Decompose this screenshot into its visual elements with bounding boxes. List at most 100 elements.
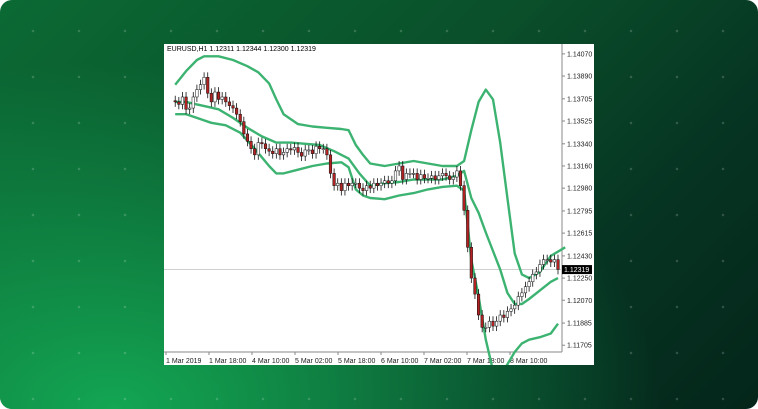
candle-body — [491, 320, 495, 327]
candle-body — [458, 170, 463, 186]
candle-body — [451, 176, 455, 180]
candle-body — [480, 314, 484, 328]
y-tick-label: 1.13340 — [567, 141, 592, 148]
candle-body — [393, 170, 398, 182]
x-tick-label: 5 Mar 18:00 — [338, 358, 375, 365]
candle-body — [328, 154, 333, 174]
candle-body — [513, 304, 517, 310]
candle-body — [336, 182, 340, 186]
candle-body — [206, 77, 210, 94]
candle-body — [516, 296, 520, 306]
y-tick-label: 1.12250 — [567, 276, 592, 283]
chart-canvas[interactable]: 1.14070 1.13890 1.13705 1.13525 1.13340 1.131… — [164, 44, 594, 365]
candle-body — [278, 148, 282, 156]
candle-body — [426, 178, 430, 180]
candle-body — [542, 259, 546, 265]
candle-body — [263, 143, 268, 149]
upper-band-line — [174, 55, 566, 280]
candle-body — [365, 185, 369, 191]
candle-body — [375, 182, 379, 186]
candle-body — [245, 133, 249, 142]
candle-body — [191, 96, 195, 109]
candle-body — [484, 327, 488, 329]
candle-body — [437, 175, 441, 180]
candle-body — [412, 173, 416, 175]
candle-body — [325, 148, 329, 156]
candle-body — [235, 107, 239, 115]
candle-body — [523, 286, 528, 294]
candle-body — [343, 182, 347, 191]
candle-body — [549, 259, 553, 263]
candle-body — [300, 152, 304, 157]
page-background: EURUSD,H1 1.12311 1.12344 1.12300 1.1231… — [0, 0, 758, 409]
candle-body — [354, 182, 358, 185]
candle-body — [285, 148, 289, 153]
candle-body — [292, 147, 296, 151]
x-tick-label: 5 Mar 02:00 — [295, 358, 332, 365]
candle-body — [509, 308, 513, 312]
y-tick-label: 1.14070 — [567, 51, 592, 58]
x-tick-label: 7 Mar 18:00 — [467, 358, 504, 365]
y-tick-label: 1.13525 — [567, 119, 592, 126]
candle-body — [350, 182, 354, 186]
candle-body — [282, 152, 286, 156]
candle-body — [303, 149, 307, 157]
candle-body — [466, 210, 470, 248]
x-tick-label: 1 Mar 18:00 — [209, 358, 246, 365]
x-tick-label: 4 Mar 10:00 — [252, 358, 289, 365]
candle-body — [220, 96, 224, 100]
candle-body — [448, 175, 452, 180]
candle-body — [314, 146, 318, 154]
x-tick-label: 8 Mar 10:00 — [510, 358, 547, 365]
candle-body — [477, 293, 481, 316]
candle-body — [238, 113, 242, 122]
y-tick-label: 1.12615 — [567, 231, 592, 238]
candle-body — [531, 274, 535, 283]
y-tick-label: 1.12980 — [567, 186, 592, 193]
candle-body — [177, 101, 181, 105]
candle-body — [379, 182, 383, 186]
x-tick-label: 6 Mar 10:00 — [381, 358, 418, 365]
candle-body — [520, 292, 524, 297]
candle-body — [274, 148, 278, 154]
candle-body — [397, 165, 401, 172]
candle-body — [289, 148, 293, 151]
candle-body — [386, 180, 390, 184]
candle-body — [195, 89, 199, 98]
candle-body — [249, 141, 253, 149]
candle-body — [347, 182, 351, 186]
candle-body — [198, 84, 203, 90]
candle-body — [422, 174, 426, 179]
candle-body — [498, 314, 502, 322]
candle-body — [318, 146, 322, 149]
candle-body — [556, 259, 560, 270]
candle-body — [502, 314, 506, 318]
candle-body — [217, 91, 221, 100]
candle-body — [430, 175, 434, 179]
candle-body — [534, 271, 538, 275]
candle-body — [310, 149, 314, 154]
candle-body — [332, 173, 336, 186]
candle-body — [444, 173, 448, 177]
y-tick-label: 1.11705 — [567, 343, 592, 350]
candle-body — [372, 182, 376, 189]
candle-body — [231, 105, 235, 109]
candle-body — [527, 281, 531, 287]
candle-body — [455, 170, 459, 178]
candle-body — [271, 150, 275, 154]
candle-body — [188, 107, 192, 110]
candle-body — [296, 147, 300, 153]
candle-body — [552, 259, 556, 263]
candle-body — [433, 175, 437, 180]
candle-body — [415, 173, 419, 180]
candle-body — [242, 121, 246, 135]
y-tick-label: 1.12795 — [567, 208, 592, 215]
y-tick-label: 1.11885 — [567, 321, 592, 328]
x-tick-label: 1 Mar 2019 — [166, 358, 202, 365]
y-tick-label: 1.13160 — [567, 163, 592, 170]
candle-body — [202, 77, 206, 85]
candle-body — [307, 149, 311, 152]
candle-body — [209, 93, 213, 103]
price-chart[interactable]: EURUSD,H1 1.12311 1.12344 1.12300 1.1231… — [164, 44, 594, 365]
candle-body — [256, 142, 260, 156]
